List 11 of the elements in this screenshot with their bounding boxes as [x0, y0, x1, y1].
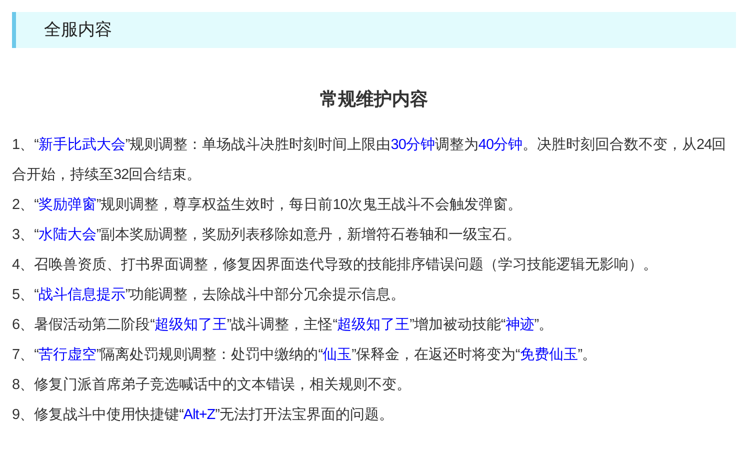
list-item: 3、“水陆大会”副本奖励调整，奖励列表移除如意丹，新增符石卷轴和一级宝石。 [12, 226, 522, 245]
list-item: 8、修复门派首席弟子竞选喊话中的文本错误，相关规则不变。 [12, 376, 412, 395]
list-item: 7、“苦行虚空”隔离处罚规则调整：处罚中缴纳的“仙玉”保释金，在返还时将变为“免费仙玉”。 [12, 346, 598, 365]
list-item: 9、修复战斗中使用快捷键“Alt+Z”无法打开法宝界面的问题。 [12, 406, 394, 425]
heading: 常规维护内容 [319, 88, 429, 111]
list-item: 5、“战斗信息提示”功能调整，去除战斗中部分冗余提示信息。 [12, 286, 406, 305]
list-item: 2、“奖励弹窗”规则调整，尊享权益生效时，每日前10次鬼王战斗不会触发弹窗。 [12, 196, 523, 215]
list-item: 4、召唤兽资质、打书界面调整，修复因界面迭代导致的技能排序错误问题（学习技能逻辑无影响）。 [12, 256, 659, 275]
list-item: 6、暑假活动第二阶段“超级知了王”战斗调整，主怪“超级知了王”增加被动技能“神迹”。 [12, 316, 554, 335]
list-item: 1、“新手比武大会”规则调整：单场战斗决胜时刻时间上限由30分钟调整为40分钟。决胜时刻回合数不变，从24回合开始，持续至32回合结束。 [12, 136, 728, 185]
section-title: 全服内容 [44, 19, 112, 42]
